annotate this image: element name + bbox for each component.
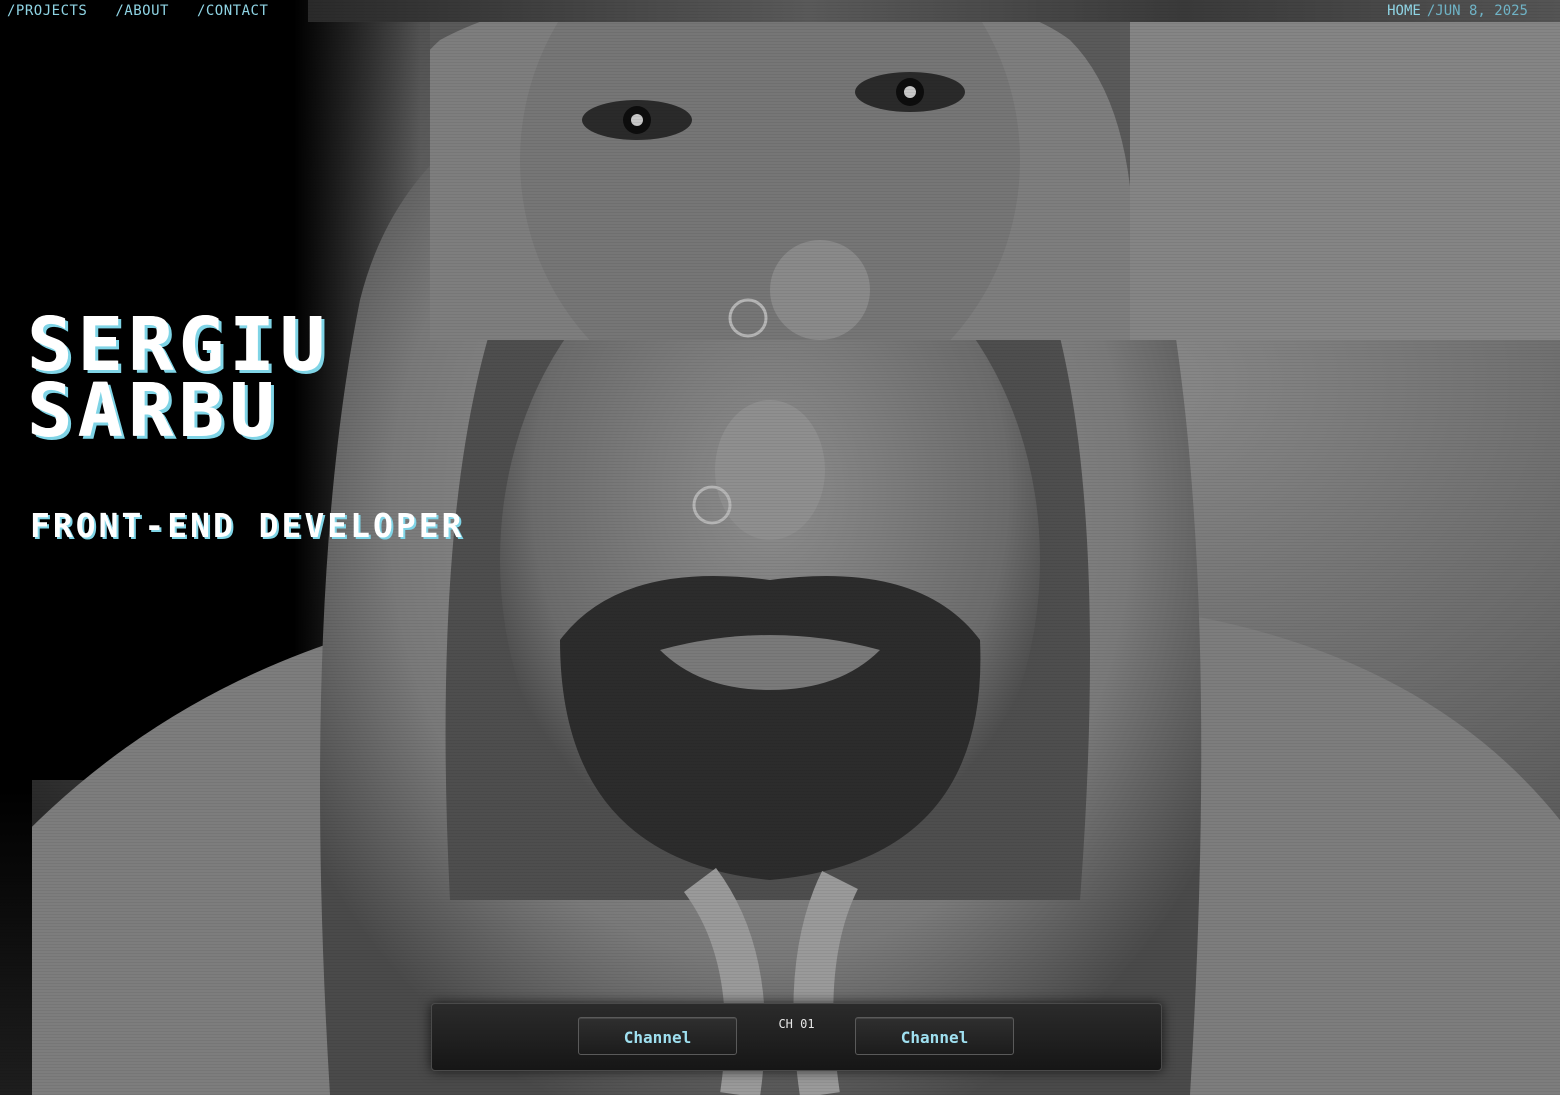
crt-screen: /PROJECTS /ABOUT /CONTACT HOME /JUN 8, 2…: [0, 0, 1560, 1095]
nav-link-about[interactable]: /ABOUT: [115, 3, 169, 19]
glitch-strip: [308, 0, 1560, 22]
nav-link-projects[interactable]: /PROJECTS: [7, 3, 87, 19]
main-nav: /PROJECTS /ABOUT /CONTACT: [7, 3, 268, 19]
home-link[interactable]: HOME: [1387, 3, 1421, 19]
channel-prev-button[interactable]: Channel: [578, 1017, 737, 1055]
hero-role: FRONT-END DEVELOPER: [30, 506, 465, 545]
breadcrumb: HOME /JUN 8, 2025: [1387, 3, 1528, 19]
channel-indicator: CH 01: [778, 1017, 815, 1031]
channel-next-button[interactable]: Channel: [855, 1017, 1014, 1055]
portrait-photo: [0, 0, 1560, 1095]
hero-name: SERGIU SARBU: [28, 308, 331, 448]
channel-control-panel: CH 01 Channel Channel: [431, 1003, 1162, 1071]
current-date: /JUN 8, 2025: [1426, 3, 1528, 19]
crt-border: [0, 0, 32, 1095]
glitch-slice: [430, 0, 1560, 340]
nav-link-contact[interactable]: /CONTACT: [197, 3, 268, 19]
